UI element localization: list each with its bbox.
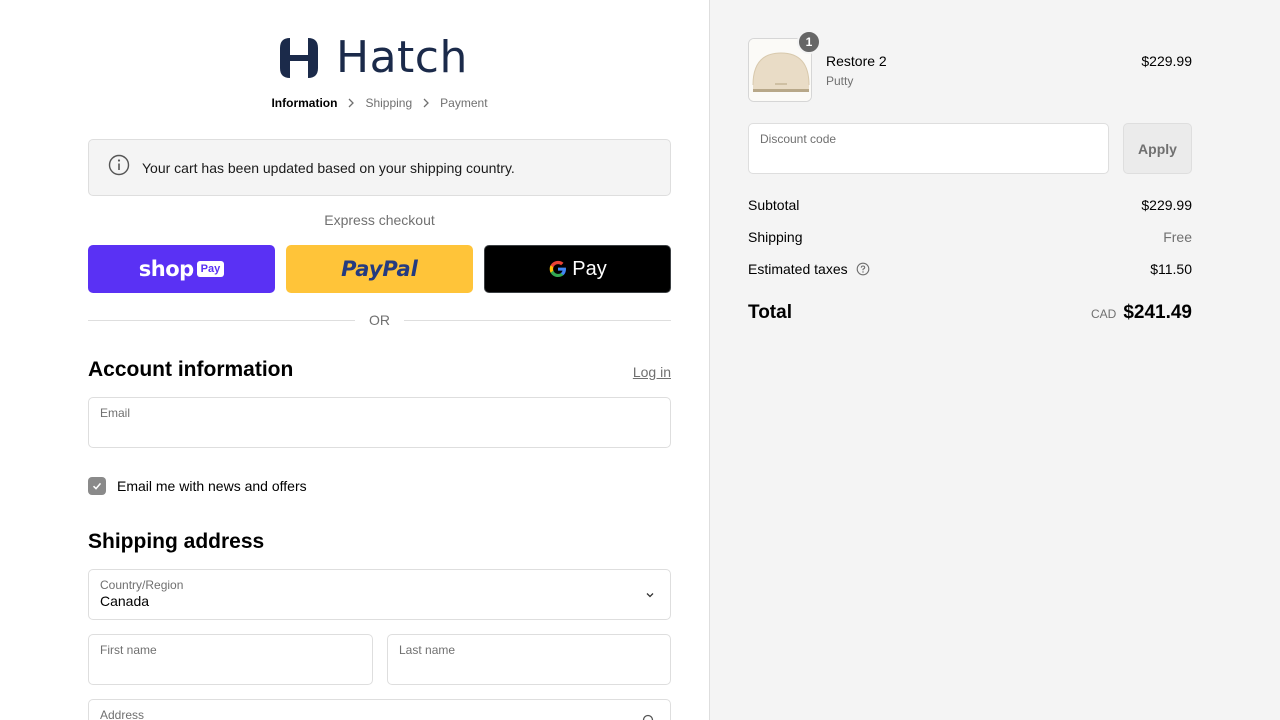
breadcrumb-shipping: Shipping — [365, 96, 413, 110]
taxes-value: $11.50 — [1150, 261, 1192, 277]
currency-code: CAD — [1090, 307, 1117, 321]
order-summary: 1 Restore 2 Putty $229.99 Discount code … — [709, 0, 1280, 720]
apply-discount-button[interactable]: Apply — [1123, 123, 1192, 174]
shop-pay-badge: Pay — [196, 261, 225, 277]
hatch-logo-icon — [280, 38, 318, 78]
subtotal-label: Subtotal — [748, 197, 800, 213]
taxes-row: Estimated taxes $11.50 — [748, 261, 1192, 277]
subtotal-value: $229.99 — [1141, 197, 1192, 213]
help-icon[interactable] — [856, 262, 870, 276]
total-group: CAD $241.49 — [1091, 302, 1192, 324]
subtotal-row: Subtotal $229.99 — [748, 197, 1192, 213]
shipping-label: Shipping — [748, 229, 803, 245]
checkmark-icon — [91, 480, 103, 492]
chevron-right-icon — [347, 98, 355, 108]
last-name-label: Last name — [399, 643, 456, 657]
google-pay-button[interactable]: Pay — [484, 245, 671, 293]
total-row: Total CAD $241.49 — [748, 302, 1192, 324]
quantity-badge: 1 — [797, 30, 821, 54]
country-select[interactable]: Country/Region Canada — [88, 569, 671, 620]
taxes-label-group: Estimated taxes — [748, 261, 870, 277]
total-amount: $241.49 — [1123, 302, 1192, 323]
info-icon — [108, 154, 130, 181]
shipping-value: Free — [1163, 229, 1192, 245]
checkout-main: Hatch Information Shipping Payment Your … — [0, 0, 709, 720]
breadcrumb: Information Shipping Payment — [0, 96, 759, 110]
or-divider: OR — [88, 312, 671, 328]
shipping-row: Shipping Free — [748, 229, 1192, 245]
search-icon — [642, 714, 656, 720]
breadcrumb-payment: Payment — [440, 96, 488, 110]
log-in-link[interactable]: Log in — [633, 364, 671, 380]
google-g-icon — [548, 259, 568, 279]
first-name-field[interactable]: First name — [88, 634, 373, 685]
email-field[interactable]: Email — [88, 397, 671, 448]
last-name-field[interactable]: Last name — [387, 634, 671, 685]
taxes-label: Estimated taxes — [748, 261, 848, 277]
gpay-wordmark: Pay — [572, 257, 607, 280]
country-label: Country/Region — [100, 578, 184, 592]
discount-code-field[interactable]: Discount code — [748, 123, 1109, 174]
shop-pay-wordmark: shop — [138, 257, 194, 281]
address-field[interactable]: Address — [88, 699, 671, 720]
account-information-title: Account information — [88, 358, 294, 381]
email-label: Email — [100, 406, 131, 420]
address-label: Address — [100, 708, 145, 720]
product-name: Restore 2 — [826, 53, 887, 69]
chevron-down-icon — [644, 588, 656, 606]
logo-wordmark: Hatch — [336, 32, 468, 83]
product-variant: Putty — [826, 74, 854, 88]
chevron-right-icon — [422, 98, 430, 108]
total-label: Total — [748, 302, 792, 323]
banner-message: Your cart has been updated based on your… — [142, 159, 515, 176]
newsletter-checkbox[interactable] — [88, 477, 106, 495]
newsletter-row[interactable]: Email me with news and offers — [88, 477, 307, 495]
shop-pay-button[interactable]: shop Pay — [88, 245, 275, 293]
express-checkout-label: Express checkout — [324, 212, 435, 228]
discount-code-label: Discount code — [760, 132, 837, 146]
newsletter-label: Email me with news and offers — [117, 478, 307, 494]
breadcrumb-information[interactable]: Information — [271, 96, 337, 110]
product-price: $229.99 — [1141, 53, 1192, 69]
country-value: Canada — [100, 593, 150, 609]
hatch-logo[interactable]: Hatch — [280, 32, 468, 83]
cart-updated-banner: Your cart has been updated based on your… — [88, 139, 671, 196]
first-name-label: First name — [100, 643, 157, 657]
shipping-address-title: Shipping address — [88, 530, 265, 553]
paypal-button[interactable]: PayPal — [286, 245, 473, 293]
divider-line-right — [404, 320, 671, 321]
paypal-wordmark: PayPal — [341, 257, 418, 281]
